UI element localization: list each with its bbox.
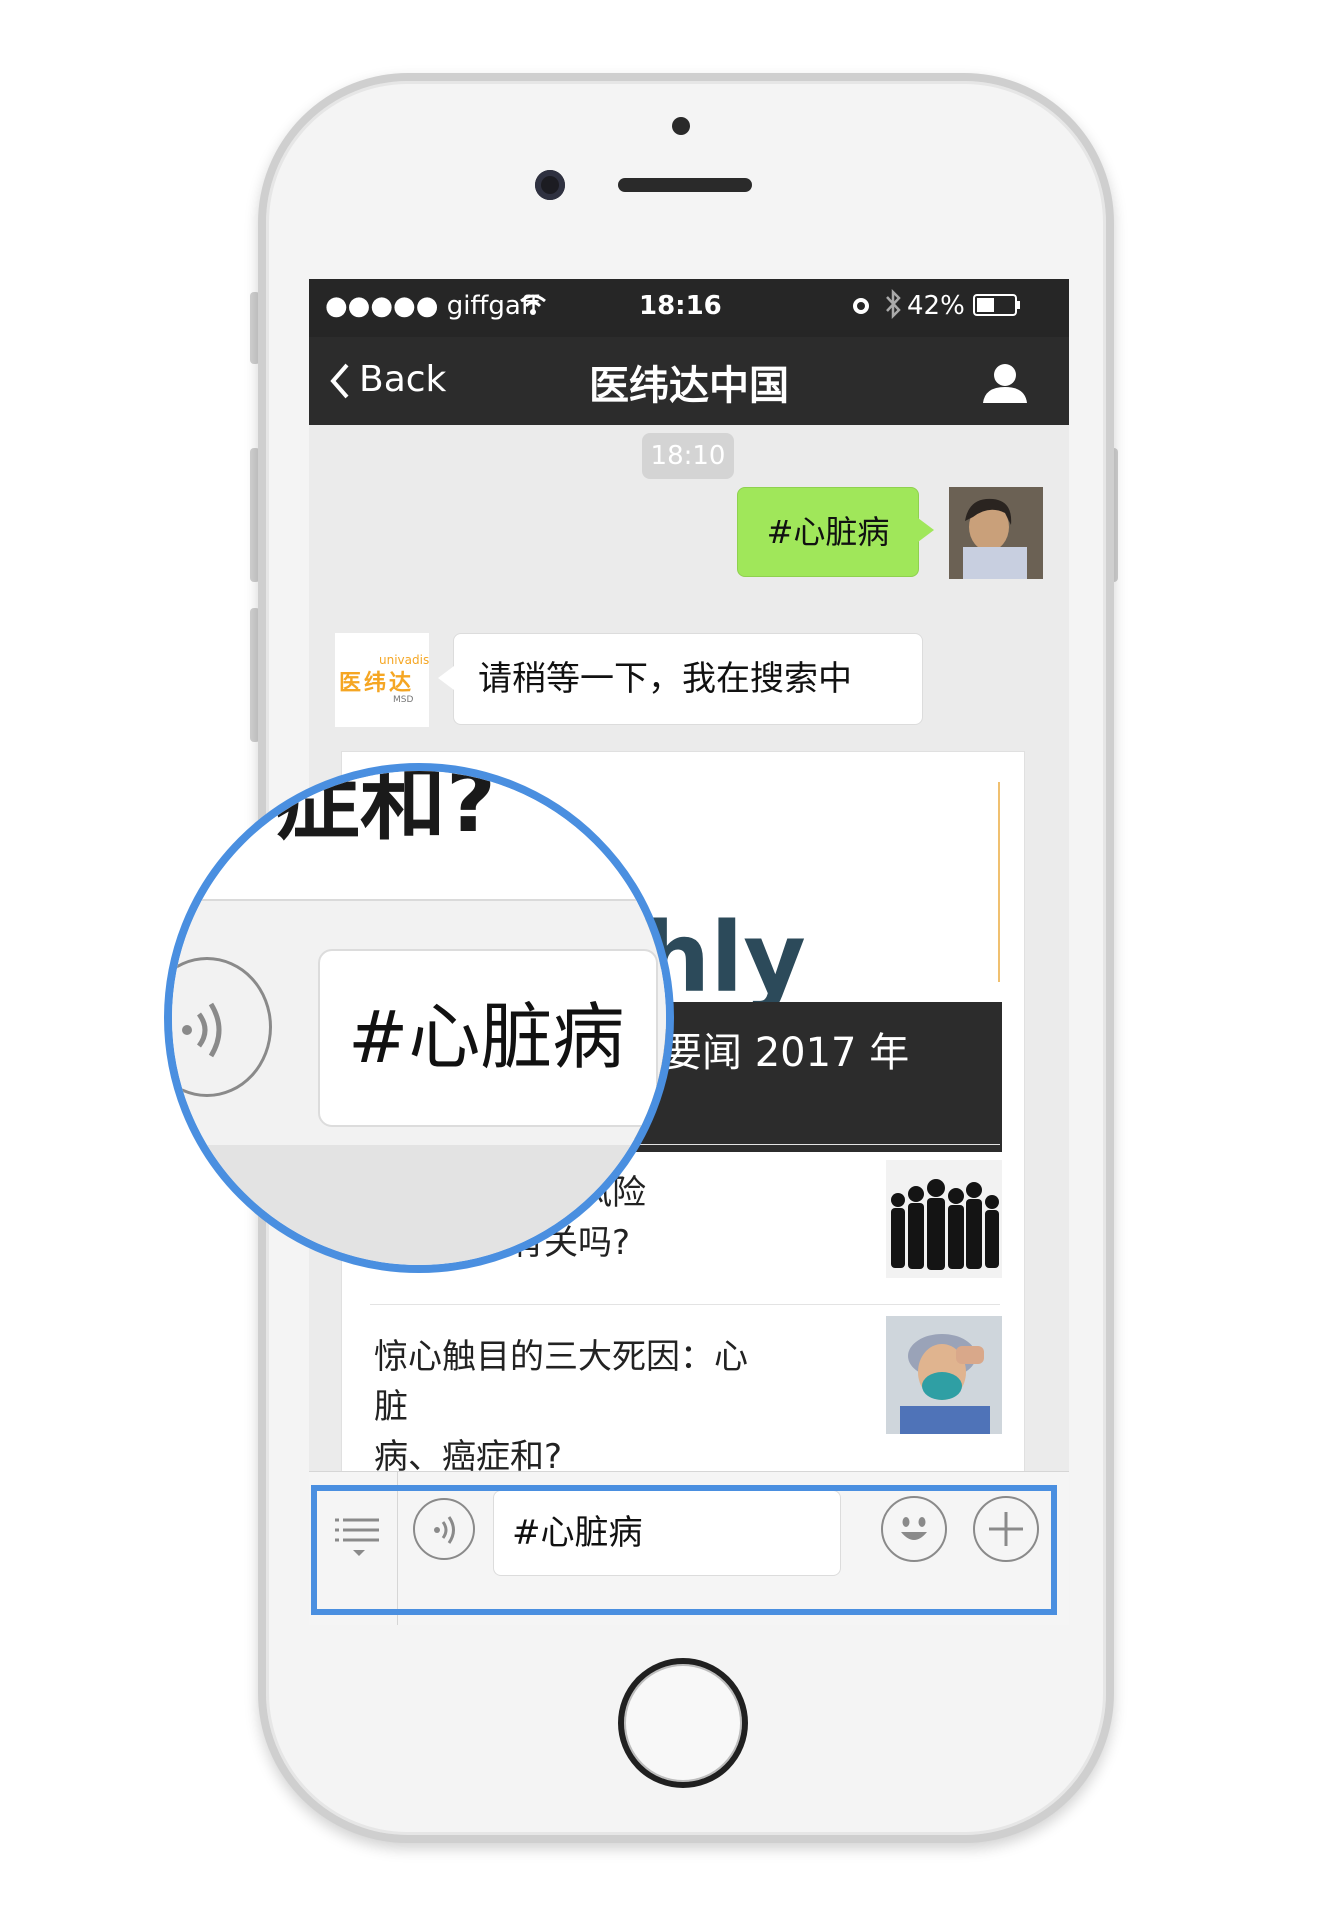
back-label: Back [359,359,447,400]
wifi-icon [520,294,546,315]
news-item[interactable]: 惊心触目的三大死因：心脏 病、癌症和? [342,1312,1024,1477]
navigation-bar: Back 医纬达中国 [309,337,1069,425]
timestamp-pill: 18:10 [642,433,734,479]
banner-accent-line [998,782,1000,982]
news-title-line: 惊心触目的三大死因：心脏 [374,1337,748,1427]
input-bar-highlight [311,1485,1057,1615]
news-title: 惊心触目的三大死因：心脏 病、癌症和? [374,1332,774,1482]
magnifier-bottom-area [172,1145,666,1265]
earpiece-speaker [618,178,752,192]
alarm-icon [853,298,869,314]
magnifier-callout: 症和? hly #心脏病 [164,763,674,1273]
battery-icon [973,294,1020,316]
surgeon-mask-thumbnail [886,1316,1002,1434]
chat-title: 医纬达中国 [589,363,789,409]
carrier-label: ●●●●● giffgaff [325,291,539,321]
user-photo-icon [949,487,1043,579]
bluetooth-icon [886,289,901,319]
home-button[interactable] [618,1658,748,1788]
bot-reply-bubble[interactable]: 请稍等一下，我在搜索中 [438,633,923,725]
official-account-avatar[interactable]: univadis 医纬达 MSD [335,633,429,727]
voice-wave-icon [182,1002,222,1058]
logo-main-text: 医纬达 [339,671,415,696]
back-button[interactable]: Back [327,357,457,405]
my-avatar[interactable] [949,487,1043,579]
status-bar: ●●●●● giffgaff 18:16 42% [309,279,1069,337]
divider [370,1304,1000,1305]
profile-icon[interactable] [981,361,1029,405]
my-message-bubble[interactable]: #心脏病 [737,487,934,577]
chevron-left-icon [330,363,349,399]
magnifier-top-text: 症和? [274,763,496,852]
people-silhouettes-thumbnail [886,1160,1002,1278]
front-camera [535,170,565,200]
proximity-sensor [672,117,690,135]
battery-percent: 42% [907,291,965,321]
magnifier-text-field: #心脏病 [318,949,658,1127]
banner-caption: 要闻 2017 年 [662,1030,910,1076]
clock-label: 18:16 [639,291,722,321]
logo-msd-text: MSD [393,695,414,705]
